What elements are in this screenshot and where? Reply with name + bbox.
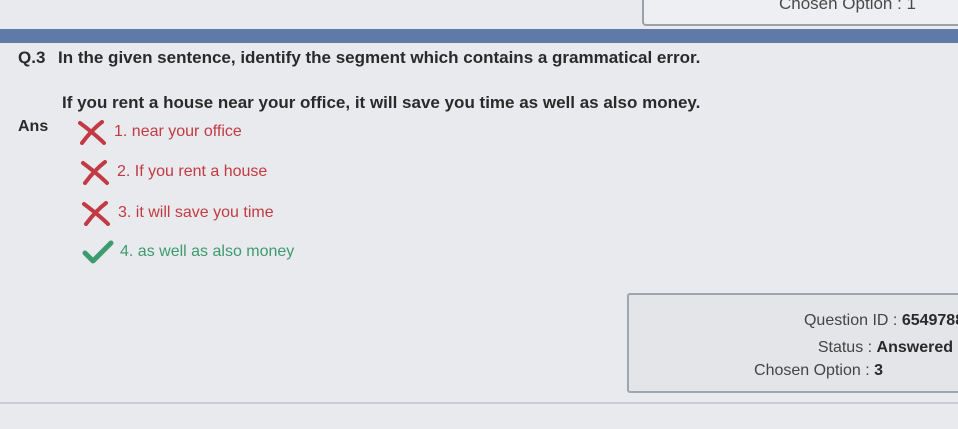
- question-text: In the given sentence, identify the segm…: [58, 48, 701, 67]
- question-number: Q.3: [18, 48, 46, 67]
- option-label: 4. as well as also money: [120, 243, 295, 260]
- cross-icon: [82, 201, 110, 226]
- option-1: 1. near your office: [76, 119, 242, 145]
- question-header-band: [0, 29, 958, 43]
- question-id-row: Question ID : 65497883: [804, 312, 958, 330]
- status-label: Status :: [817, 339, 873, 356]
- option-label: 3. it will save you time: [118, 204, 274, 221]
- question-id-value: 65497883: [901, 312, 958, 329]
- question-id-label: Question ID :: [803, 312, 898, 329]
- option-label: 2. If you rent a house: [117, 163, 268, 180]
- question-info-panel: Question ID : 65497883 Status : Answered…: [627, 293, 958, 393]
- status-value: Answered: [876, 339, 953, 356]
- section-divider: [0, 402, 958, 404]
- option-2: 2. If you rent a house: [79, 159, 267, 185]
- check-icon: [82, 240, 114, 264]
- status-row: Status : Answered: [818, 339, 953, 357]
- option-label: 1. near your office: [114, 123, 242, 140]
- cross-icon: [78, 120, 106, 145]
- option-4: 4. as well as also money: [82, 239, 294, 265]
- chosen-option-row: Chosen Option : 3: [754, 362, 883, 380]
- answer-label: Ans: [18, 118, 49, 135]
- chosen-option-value: 3: [874, 362, 883, 379]
- chosen-option-label: Chosen Option :: [754, 362, 870, 379]
- option-3: 3. it will save you time: [80, 200, 274, 226]
- question-sentence: If you rent a house near your office, it…: [62, 93, 701, 112]
- previous-question-panel: Chosen Option : 1: [642, 0, 958, 26]
- cross-icon: [81, 160, 109, 185]
- previous-chosen-option: Chosen Option : 1: [778, 0, 916, 13]
- question-heading: Q.3 In the given sentence, identify the s…: [18, 48, 700, 68]
